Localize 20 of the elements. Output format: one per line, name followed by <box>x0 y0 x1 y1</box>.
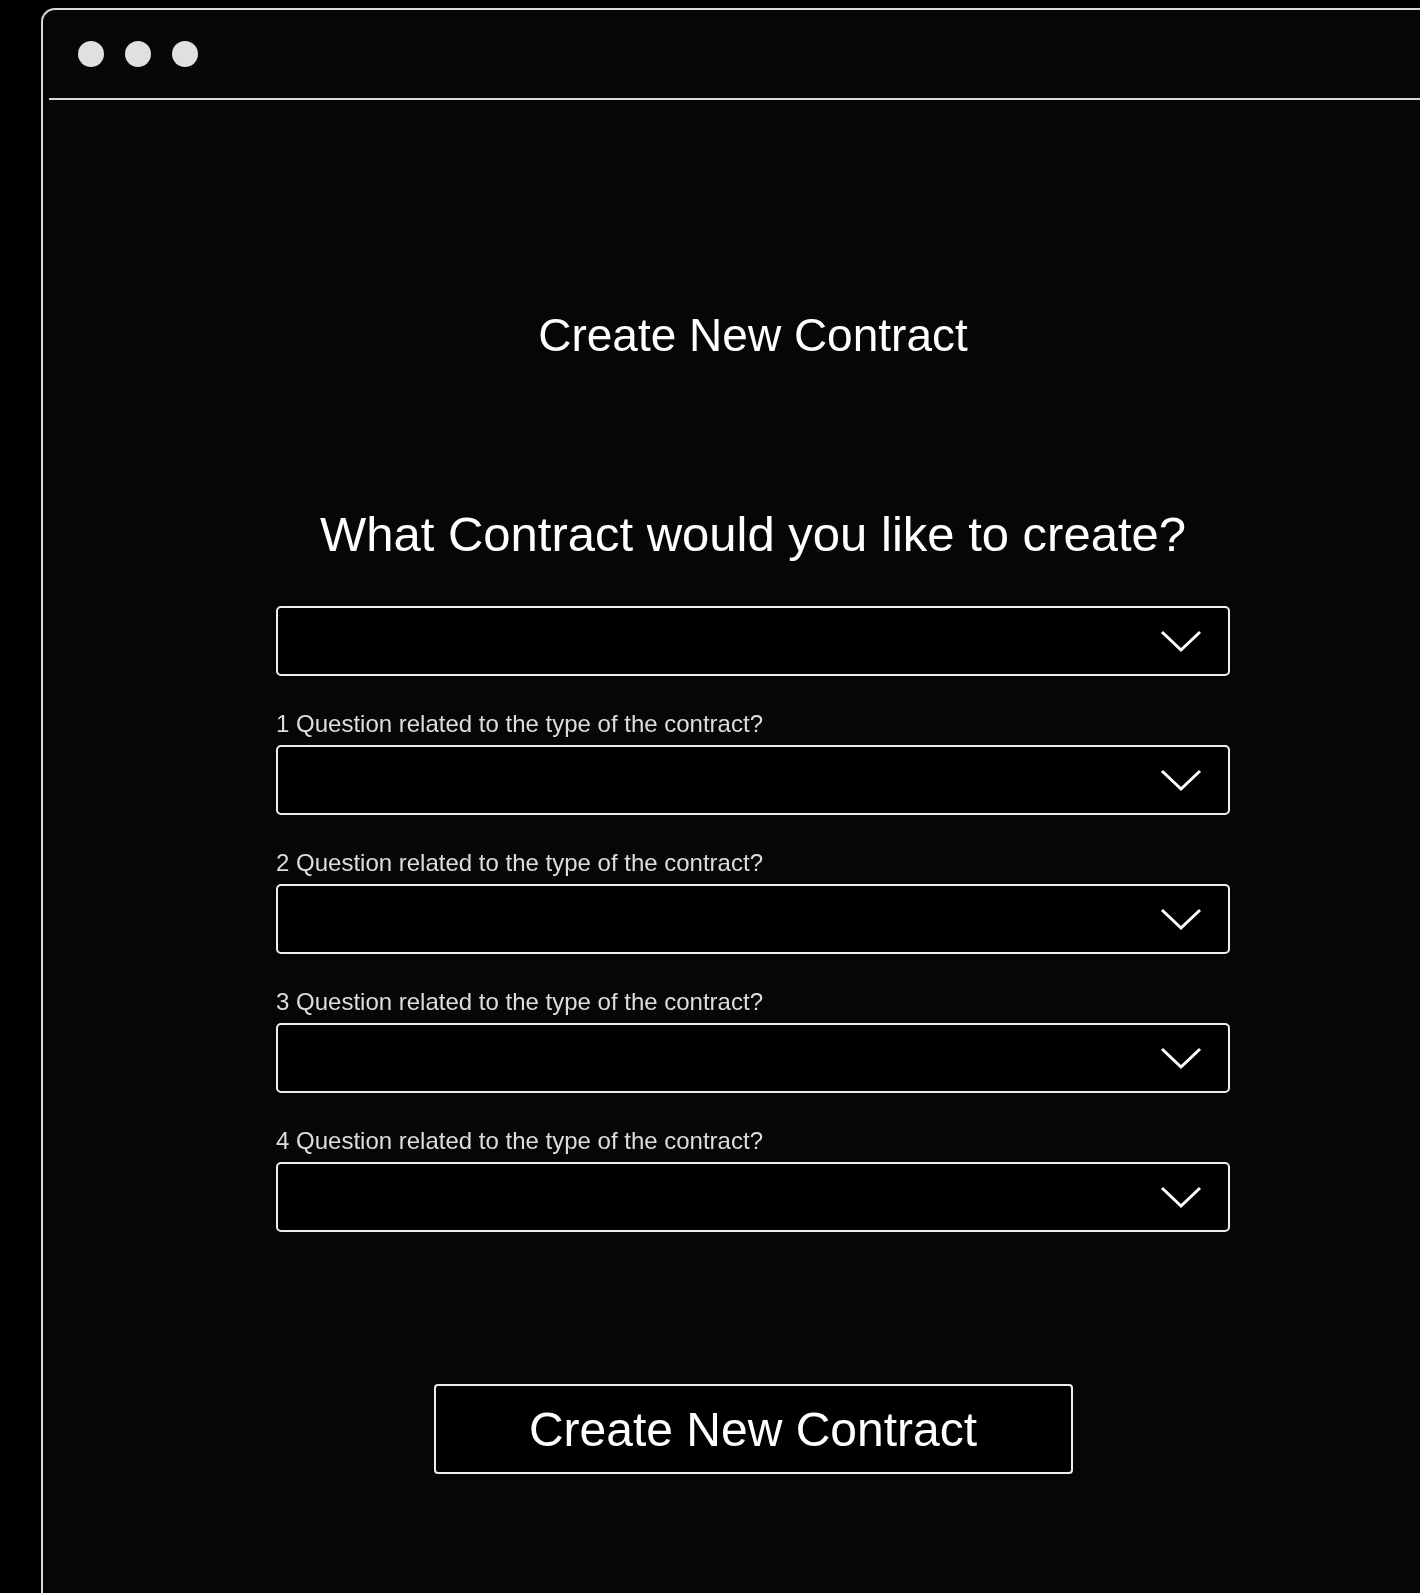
chevron-icon <box>1160 629 1202 653</box>
window-control-icon[interactable] <box>125 41 151 67</box>
create-contract-button[interactable]: Create New Contract <box>433 1384 1073 1474</box>
chevron-icon <box>1160 907 1202 931</box>
question-heading: What Contract would you like to create? <box>318 506 1188 563</box>
question-label: 3 Question related to the type of the contract? <box>276 987 764 1017</box>
dropdown-field[interactable] <box>276 884 1230 954</box>
chevron-icon <box>1160 1185 1202 1209</box>
dropdown-field[interactable] <box>276 606 1230 676</box>
question-label: 2 Question related to the type of the contract? <box>276 848 764 878</box>
dropdown-field[interactable] <box>276 1162 1230 1232</box>
page-title: Create New Contract <box>537 308 969 363</box>
chevron-icon <box>1160 768 1202 792</box>
question-label: 4 Question related to the type of the contract? <box>276 1126 764 1156</box>
dropdown-field[interactable] <box>276 1023 1230 1093</box>
question-label: 1 Question related to the type of the contract? <box>276 709 764 739</box>
chevron-icon <box>1160 1046 1202 1070</box>
window-control-icon[interactable] <box>172 41 198 67</box>
dropdown-field[interactable] <box>276 745 1230 815</box>
window-control-icon[interactable] <box>78 41 104 67</box>
